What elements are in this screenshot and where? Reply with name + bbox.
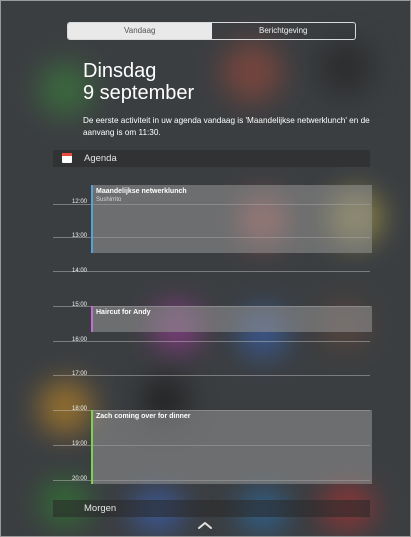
calendar-icon	[62, 153, 72, 163]
hour-label: 19:00	[72, 441, 88, 447]
event-title: Maandelijkse netwerklunch	[96, 188, 187, 195]
hour-label: 16:00	[72, 337, 88, 343]
date-heading: 9 september	[83, 82, 195, 104]
hour-line	[53, 341, 370, 342]
agenda-section-header[interactable]: Agenda	[53, 150, 370, 167]
event-block[interactable]: Maandelijkse netwerklunch Sushirrito	[91, 185, 372, 253]
tomorrow-section-header[interactable]: Morgen	[53, 500, 370, 517]
hour-line	[53, 271, 370, 272]
hour-label: 12:00	[72, 199, 88, 205]
hour-line	[53, 375, 370, 376]
event-block[interactable]: Zach coming over for dinner	[91, 410, 372, 484]
hour-label: 15:00	[72, 302, 88, 308]
chevron-up-icon[interactable]	[198, 522, 212, 529]
event-block[interactable]: Haircut for Andy	[91, 306, 372, 332]
tab-notifications[interactable]: Berichtgeving	[212, 23, 356, 39]
hour-label: 14:00	[72, 268, 88, 274]
weekday-heading: Dinsdag	[83, 60, 157, 82]
hour-label: 17:00	[72, 371, 88, 377]
tomorrow-title: Morgen	[84, 503, 117, 514]
event-location: Sushirrito	[96, 197, 122, 203]
blurred-app-icon	[318, 40, 373, 95]
hour-label: 13:00	[72, 233, 88, 239]
agenda-title: Agenda	[84, 153, 117, 164]
segmented-control: Vandaag Berichtgeving	[67, 22, 356, 40]
today-summary: De eerste activiteit in uw agenda vandaa…	[83, 116, 370, 137]
hour-label: 20:00	[72, 476, 88, 482]
hour-label: 18:00	[72, 406, 88, 412]
tab-today[interactable]: Vandaag	[68, 23, 212, 39]
event-title: Haircut for Andy	[96, 309, 151, 316]
blurred-app-icon	[222, 42, 282, 102]
event-title: Zach coming over for dinner	[96, 413, 191, 420]
